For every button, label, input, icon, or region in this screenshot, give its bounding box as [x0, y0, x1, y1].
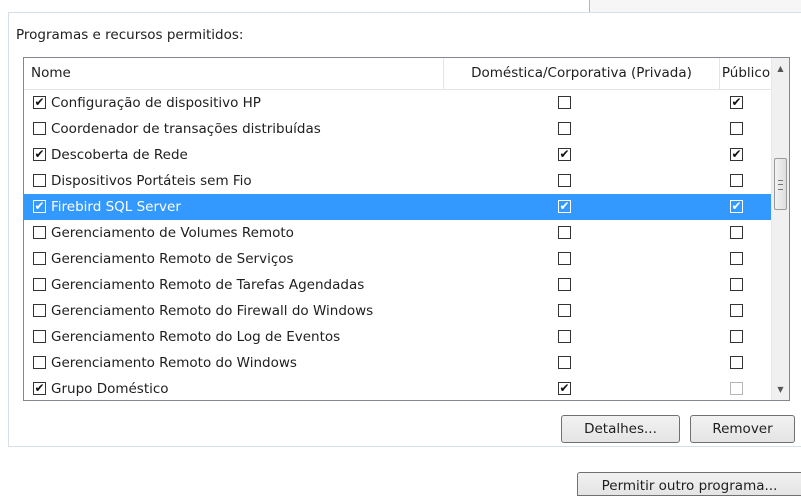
- private-checkbox[interactable]: [558, 278, 571, 291]
- enabled-checkbox[interactable]: ✔: [33, 382, 46, 395]
- table-row[interactable]: ✔ Grupo Doméstico ✔: [24, 376, 772, 400]
- enabled-checkbox[interactable]: [33, 252, 46, 265]
- public-checkbox[interactable]: ✔: [730, 148, 743, 161]
- private-checkbox[interactable]: [558, 356, 571, 369]
- vertical-scrollbar[interactable]: ▲ ▼: [771, 58, 789, 400]
- program-name: Gerenciamento Remoto do Log de Eventos: [51, 329, 341, 345]
- table-row[interactable]: Gerenciamento Remoto de Serviços: [24, 246, 772, 272]
- enabled-checkbox[interactable]: [33, 122, 46, 135]
- table-row[interactable]: Gerenciamento Remoto do Log de Eventos: [24, 324, 772, 350]
- private-checkbox[interactable]: ✔: [558, 148, 571, 161]
- list-header: Nome Doméstica/Corporativa (Privada) Púb…: [24, 58, 772, 90]
- public-checkbox[interactable]: ✔: [730, 200, 743, 213]
- enabled-checkbox[interactable]: [33, 356, 46, 369]
- private-checkbox[interactable]: [558, 226, 571, 239]
- enabled-checkbox[interactable]: [33, 278, 46, 291]
- column-header-private[interactable]: Doméstica/Corporativa (Privada): [444, 58, 720, 89]
- program-name: Grupo Doméstico: [51, 381, 169, 397]
- program-name: Coordenador de transações distribuídas: [51, 121, 321, 137]
- column-header-name[interactable]: Nome: [24, 58, 444, 89]
- table-row[interactable]: Gerenciamento Remoto do Firewall do Wind…: [24, 298, 772, 324]
- public-checkbox[interactable]: ✔: [730, 96, 743, 109]
- remove-button[interactable]: Remover: [690, 415, 795, 443]
- details-button[interactable]: Detalhes...: [561, 415, 680, 443]
- allow-another-program-button[interactable]: Permitir outro programa...: [577, 472, 801, 496]
- private-checkbox[interactable]: ✔: [558, 200, 571, 213]
- public-checkbox[interactable]: [730, 278, 743, 291]
- program-name: Dispositivos Portáteis sem Fio: [51, 173, 252, 189]
- public-checkbox[interactable]: [730, 226, 743, 239]
- top-strip: [0, 0, 801, 13]
- private-checkbox[interactable]: ✔: [558, 382, 571, 395]
- table-row[interactable]: Gerenciamento de Volumes Remoto: [24, 220, 772, 246]
- table-row[interactable]: Dispositivos Portáteis sem Fio: [24, 168, 772, 194]
- table-row[interactable]: Gerenciamento Remoto de Tarefas Agendada…: [24, 272, 772, 298]
- table-row[interactable]: ✔ Descoberta de Rede ✔ ✔: [24, 142, 772, 168]
- grip-icon: [778, 180, 783, 190]
- private-checkbox[interactable]: [558, 96, 571, 109]
- private-checkbox[interactable]: [558, 252, 571, 265]
- enabled-checkbox[interactable]: [33, 174, 46, 187]
- program-name: Gerenciamento de Volumes Remoto: [51, 225, 294, 241]
- list-rows: ✔ Configuração de dispositivo HP ✔ Coordena…: [24, 90, 772, 400]
- public-checkbox[interactable]: [730, 304, 743, 317]
- public-checkbox[interactable]: [730, 122, 743, 135]
- public-checkbox[interactable]: [730, 252, 743, 265]
- program-name: Descoberta de Rede: [51, 147, 188, 163]
- enabled-checkbox[interactable]: [33, 226, 46, 239]
- scroll-up-arrow-icon[interactable]: ▲: [772, 60, 789, 77]
- private-checkbox[interactable]: [558, 122, 571, 135]
- program-name: Gerenciamento Remoto do Windows: [51, 355, 297, 371]
- public-checkbox[interactable]: [730, 356, 743, 369]
- enabled-checkbox[interactable]: ✔: [33, 96, 46, 109]
- program-name: Gerenciamento Remoto de Tarefas Agendada…: [51, 277, 365, 293]
- table-row[interactable]: ✔ Firebird SQL Server ✔ ✔: [24, 194, 772, 220]
- column-header-public[interactable]: Público: [720, 58, 772, 89]
- allowed-programs-list[interactable]: Nome Doméstica/Corporativa (Privada) Púb…: [23, 57, 790, 401]
- public-checkbox[interactable]: [730, 330, 743, 343]
- group-label: Programas e recursos permitidos:: [16, 27, 244, 43]
- private-checkbox[interactable]: [558, 304, 571, 317]
- scroll-down-arrow-icon[interactable]: ▼: [772, 381, 789, 398]
- program-name: Firebird SQL Server: [51, 199, 181, 215]
- table-row[interactable]: Coordenador de transações distribuídas: [24, 116, 772, 142]
- program-name: Gerenciamento Remoto de Serviços: [51, 251, 294, 267]
- enabled-checkbox[interactable]: ✔: [33, 200, 46, 213]
- public-checkbox[interactable]: [730, 174, 743, 187]
- public-checkbox[interactable]: [730, 382, 743, 395]
- program-name: Configuração de dispositivo HP: [51, 95, 261, 111]
- enabled-checkbox[interactable]: [33, 304, 46, 317]
- enabled-checkbox[interactable]: [33, 330, 46, 343]
- enabled-checkbox[interactable]: ✔: [33, 148, 46, 161]
- private-checkbox[interactable]: [558, 330, 571, 343]
- private-checkbox[interactable]: [558, 174, 571, 187]
- program-name: Gerenciamento Remoto do Firewall do Wind…: [51, 303, 374, 319]
- table-row[interactable]: Gerenciamento Remoto do Windows: [24, 350, 772, 376]
- table-row[interactable]: ✔ Configuração de dispositivo HP ✔: [24, 90, 772, 116]
- scroll-thumb[interactable]: [774, 158, 787, 210]
